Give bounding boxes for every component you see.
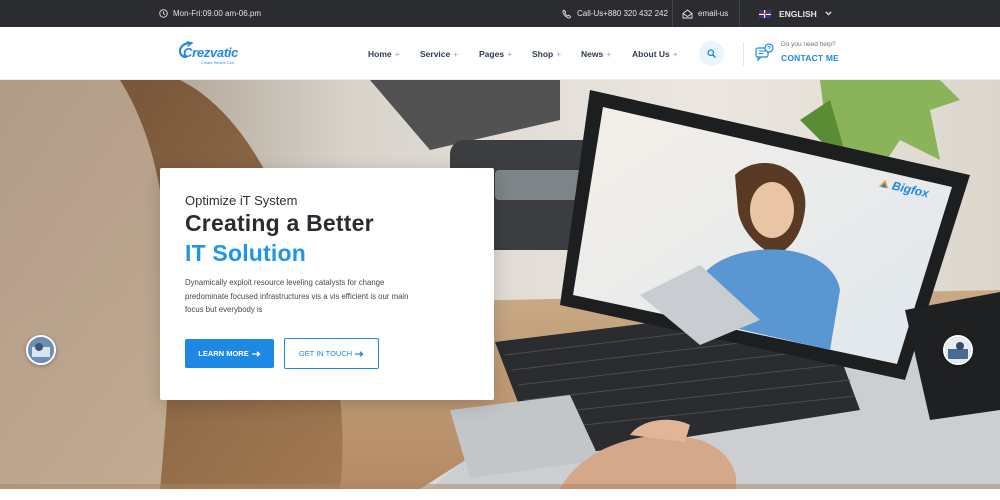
plus-icon: + bbox=[453, 48, 459, 59]
hero-background-image bbox=[0, 80, 1000, 489]
nav-service-label: Service bbox=[420, 48, 451, 59]
site-logo[interactable]: Crezvatic Create Wealth Don bbox=[177, 39, 247, 69]
get-in-touch-button[interactable]: GET IN TOUCH bbox=[284, 338, 379, 369]
get-in-touch-label: GET IN TOUCH bbox=[298, 349, 353, 358]
language-label: ENGLISH bbox=[779, 8, 817, 19]
learn-more-button[interactable]: LEARN MORE bbox=[185, 339, 274, 368]
plus-icon: + bbox=[556, 48, 562, 59]
hero-title-line2: IT Solution bbox=[185, 240, 307, 266]
nav-home-label: Home bbox=[368, 48, 392, 59]
search-icon bbox=[707, 49, 716, 58]
help-question: Do you need help? bbox=[781, 41, 836, 48]
logo-tagline: Create Wealth Don bbox=[201, 61, 235, 65]
uk-flag-icon bbox=[759, 9, 771, 18]
plus-icon: + bbox=[507, 48, 513, 59]
hero-banner: Bigfox bbox=[0, 80, 1000, 489]
nav-service[interactable]: Service + bbox=[420, 27, 458, 80]
nav-about-us-label: About Us bbox=[632, 48, 670, 59]
topbar-divider bbox=[739, 0, 740, 27]
learn-more-label: LEARN MORE bbox=[198, 349, 249, 358]
call-us-link[interactable]: Call-Us+880 320 432 242 bbox=[562, 0, 668, 27]
chat-help-icon bbox=[755, 43, 774, 62]
hero-eyebrow: Optimize iT System bbox=[185, 193, 298, 208]
slider-next-thumbnail[interactable] bbox=[943, 335, 973, 365]
bigfox-logo-icon bbox=[878, 179, 889, 189]
nav-news[interactable]: News + bbox=[581, 27, 611, 80]
nav-pages[interactable]: Pages + bbox=[479, 27, 512, 80]
nav-pages-label: Pages bbox=[479, 48, 505, 59]
top-bar: Mon-Fri:09.00 am-06.pm Call-Us+880 320 4… bbox=[0, 0, 1000, 27]
call-us-text: Call-Us+880 320 432 242 bbox=[577, 9, 668, 18]
plus-icon: + bbox=[606, 48, 612, 59]
header-divider bbox=[743, 42, 744, 66]
clock-icon bbox=[159, 9, 168, 18]
email-us-link[interactable]: email-us bbox=[682, 0, 728, 27]
slide-preview-image bbox=[945, 337, 971, 363]
slide-preview-image bbox=[28, 337, 54, 363]
logo-wordmark: Crezvatic bbox=[183, 45, 239, 60]
nav-news-label: News bbox=[581, 48, 604, 59]
business-hours-text: Mon-Fri:09.00 am-06.pm bbox=[173, 9, 262, 18]
search-button[interactable] bbox=[699, 41, 724, 66]
slider-prev-thumbnail[interactable] bbox=[26, 335, 56, 365]
email-icon bbox=[682, 8, 693, 19]
email-us-text: email-us bbox=[698, 9, 729, 18]
nav-shop-label: Shop bbox=[532, 48, 554, 59]
arrow-right-icon bbox=[355, 350, 364, 357]
hero-title-line1: Creating a Better bbox=[185, 210, 374, 236]
topbar-divider bbox=[672, 0, 673, 27]
nav-home[interactable]: Home + bbox=[368, 27, 400, 80]
language-selector[interactable]: ENGLISH bbox=[759, 0, 832, 27]
business-hours: Mon-Fri:09.00 am-06.pm bbox=[159, 0, 261, 27]
nav-shop[interactable]: Shop + bbox=[532, 27, 561, 80]
hero-content-card: Optimize iT System Creating a Better IT … bbox=[160, 168, 494, 400]
main-header: Crezvatic Create Wealth Don Home + Servic… bbox=[0, 27, 1000, 80]
chevron-down-icon bbox=[825, 11, 832, 16]
plus-icon: + bbox=[394, 48, 400, 59]
nav-about-us[interactable]: About Us + bbox=[632, 27, 678, 80]
contact-me-link[interactable]: CONTACT ME bbox=[781, 53, 839, 63]
arrow-right-icon bbox=[251, 350, 261, 357]
plus-icon: + bbox=[672, 48, 678, 59]
hero-description: Dynamically exploit resource leveling ca… bbox=[185, 278, 409, 314]
page-below-hero bbox=[0, 489, 1000, 500]
phone-icon bbox=[562, 9, 572, 19]
